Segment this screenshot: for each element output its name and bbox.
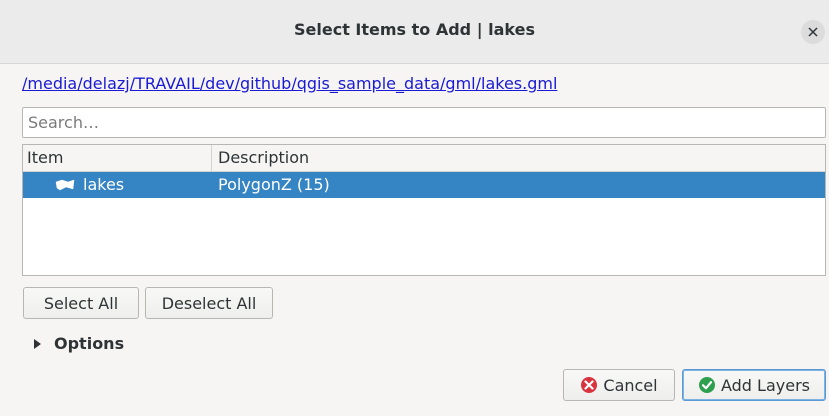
column-header-description[interactable]: Description xyxy=(212,145,309,171)
tree-row-item-label: lakes xyxy=(83,175,125,194)
cancel-icon xyxy=(580,376,598,394)
deselect-all-button[interactable]: Deselect All xyxy=(145,287,273,319)
close-button[interactable] xyxy=(801,20,825,44)
column-header-item[interactable]: Item xyxy=(23,145,212,171)
tree-row[interactable]: lakes PolygonZ (15) xyxy=(23,172,825,198)
add-layers-button[interactable]: Add Layers xyxy=(682,369,826,401)
items-tree[interactable]: Item Description lakes PolygonZ (15) xyxy=(22,144,826,276)
cancel-button[interactable]: Cancel xyxy=(563,369,675,401)
close-icon xyxy=(808,27,818,37)
search-input[interactable] xyxy=(22,107,826,138)
tree-row-description: PolygonZ (15) xyxy=(218,175,330,194)
title-bar: Select Items to Add | lakes xyxy=(0,0,829,64)
dialog-title: Select Items to Add | lakes xyxy=(294,20,535,39)
file-path-link[interactable]: /media/delazj/TRAVAIL/dev/github/qgis_sa… xyxy=(22,74,557,93)
tree-header: Item Description xyxy=(23,145,825,172)
options-label: Options xyxy=(54,334,125,353)
expand-triangle-icon xyxy=(33,338,42,350)
cancel-label: Cancel xyxy=(603,375,658,395)
options-toggle[interactable]: Options xyxy=(33,334,124,353)
check-icon xyxy=(698,376,716,394)
tree-row-item: lakes xyxy=(55,172,124,198)
select-all-button[interactable]: Select All xyxy=(23,287,139,319)
polygon-layer-icon xyxy=(55,179,75,191)
add-layers-label: Add Layers xyxy=(720,375,810,395)
